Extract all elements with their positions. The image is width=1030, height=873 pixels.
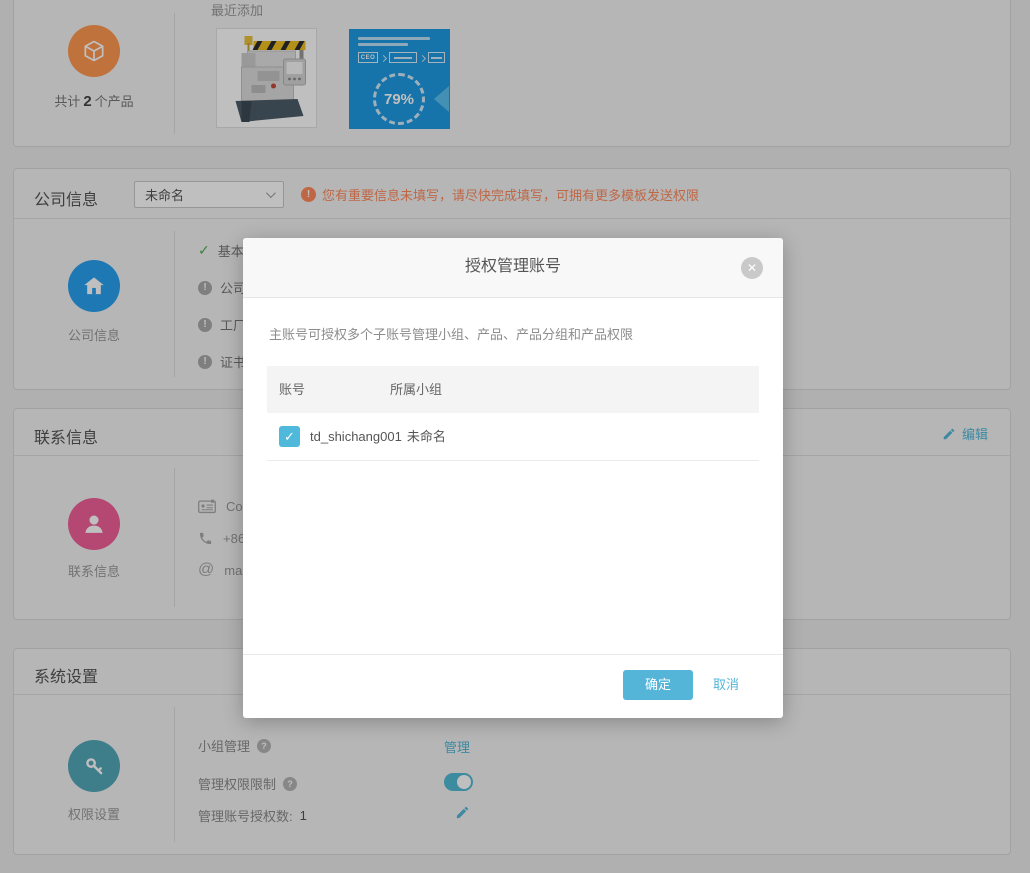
table-header: 账号 所属小组: [267, 366, 759, 413]
authorize-accounts-modal: 授权管理账号 ✕ 主账号可授权多个子账号管理小组、产品、产品分组和产品权限 账号…: [243, 238, 783, 718]
account-name: td_shichang001: [310, 429, 402, 444]
column-account: 账号: [279, 366, 305, 413]
account-row-text: td_shichang001 未命名: [310, 413, 446, 461]
modal-description: 主账号可授权多个子账号管理小组、产品、产品分组和产品权限: [269, 324, 633, 343]
column-group: 所属小组: [390, 366, 442, 413]
account-group: 未命名: [407, 429, 446, 444]
confirm-button[interactable]: 确定: [623, 670, 693, 700]
modal-title: 授权管理账号: [243, 238, 783, 296]
table-row: ✓ td_shichang001 未命名: [267, 413, 759, 461]
accounts-table: 账号 所属小组 ✓ td_shichang001 未命名: [267, 366, 759, 461]
account-checkbox[interactable]: ✓: [279, 426, 300, 447]
close-icon[interactable]: ✕: [741, 257, 763, 279]
page: 共计2个产品 最近添加: [0, 0, 1030, 873]
modal-header: 授权管理账号 ✕: [243, 238, 783, 298]
modal-footer-divider: [243, 654, 783, 655]
cancel-button[interactable]: 取消: [713, 670, 739, 700]
